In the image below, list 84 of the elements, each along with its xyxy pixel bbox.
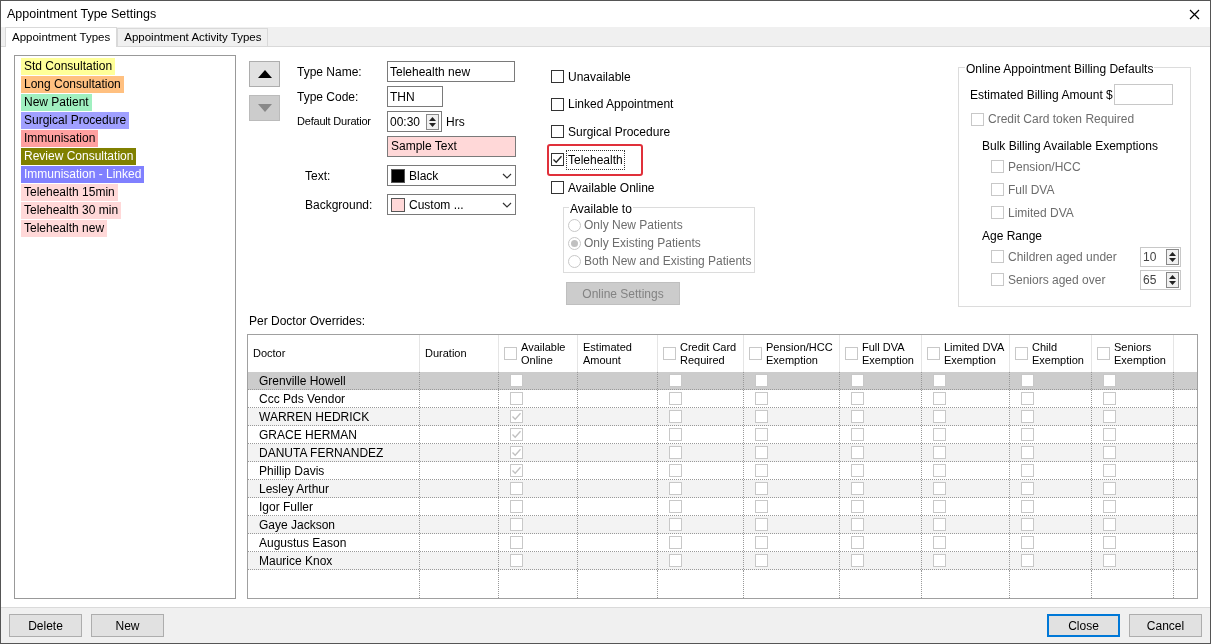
text-field[interactable]: THN bbox=[387, 86, 443, 107]
table-cell-text: Ccc Pds Vendor bbox=[259, 390, 346, 408]
field-label: Type Code: bbox=[297, 88, 360, 106]
option-label: Full DVA bbox=[1008, 181, 1055, 199]
up-triangle-icon bbox=[257, 70, 272, 78]
table-cell-text: GRACE HERMAN bbox=[259, 426, 357, 444]
appointment-type-item[interactable]: Std Consultation bbox=[21, 58, 116, 75]
age-spin-field[interactable]: 10 bbox=[1140, 246, 1181, 267]
dialog-button[interactable]: Close bbox=[1047, 614, 1120, 637]
checkbox[interactable] bbox=[551, 125, 564, 139]
checkbox[interactable] bbox=[551, 153, 564, 167]
field-label: Estimated Billing Amount $ bbox=[970, 86, 1113, 104]
table-cell-text: WARREN HEDRICK bbox=[259, 408, 370, 426]
option-label: Unavailable bbox=[567, 68, 632, 86]
option-label: Pension/HCC bbox=[1008, 158, 1081, 176]
column-header[interactable]: Doctor bbox=[253, 347, 286, 360]
appointment-type-item[interactable]: Telehealth 15min bbox=[21, 184, 118, 201]
footer-button[interactable]: Delete bbox=[9, 614, 82, 637]
column-header[interactable]: Credit Card Required bbox=[680, 340, 743, 367]
checkbox[interactable] bbox=[551, 97, 564, 111]
section-title: Age Range bbox=[982, 228, 1044, 245]
column-header[interactable]: Duration bbox=[425, 347, 467, 360]
table-cell-text: Maurice Knox bbox=[259, 552, 333, 570]
table-cell-text: Igor Fuller bbox=[259, 498, 314, 516]
field-label: Default Duratior bbox=[297, 114, 372, 130]
appointment-type-item[interactable]: Surgical Procedure bbox=[21, 112, 130, 129]
duration-field[interactable]: 00:30 bbox=[387, 111, 442, 132]
option-label: Credit Card token Required bbox=[988, 111, 1135, 128]
move-up-button[interactable] bbox=[249, 61, 280, 87]
chevron-icon bbox=[502, 201, 512, 208]
table-cell-text: Augustus Eason bbox=[259, 534, 347, 552]
field-label: Type Name: bbox=[297, 63, 363, 81]
column-header[interactable]: Limited DVA Exemption bbox=[944, 340, 1009, 367]
footer-button[interactable]: New bbox=[91, 614, 164, 637]
table-cell-text: DANUTA FERNANDEZ bbox=[259, 444, 384, 462]
age-spin-field[interactable]: 65 bbox=[1140, 269, 1181, 290]
chevron-icon bbox=[502, 172, 512, 179]
appointment-type-item[interactable]: New Patient bbox=[21, 94, 92, 111]
option-label: Surgical Procedure bbox=[567, 123, 672, 141]
amount-field[interactable] bbox=[1113, 84, 1173, 105]
appointment-type-item[interactable]: Immunisation bbox=[21, 130, 99, 147]
down-triangle-icon bbox=[257, 104, 272, 112]
column-header[interactable]: Child Exemption bbox=[1032, 340, 1091, 367]
close-icon[interactable] bbox=[1189, 8, 1200, 20]
appointment-type-item[interactable]: Telehealth 30 min bbox=[21, 202, 122, 219]
color-dropdown[interactable]: Custom ... bbox=[387, 194, 516, 215]
column-header[interactable]: Pension/HCC Exemption bbox=[766, 340, 839, 367]
appointment-type-item[interactable]: Review Consultation bbox=[21, 148, 137, 165]
radio-label: Only Existing Patients bbox=[584, 235, 701, 253]
table-cell-text: Gaye Jackson bbox=[259, 516, 336, 534]
spin-icon[interactable] bbox=[426, 113, 439, 130]
checkbox[interactable] bbox=[551, 70, 564, 84]
window-title: Appointment Type Settings bbox=[7, 5, 157, 23]
section-title: Per Doctor Overrides: bbox=[249, 313, 367, 330]
sample-text-preview: Sample Text bbox=[387, 136, 516, 157]
tab[interactable]: Appointment Activity Types bbox=[117, 28, 269, 46]
tab[interactable]: Appointment Types bbox=[5, 27, 118, 47]
column-header[interactable]: Seniors Exemption bbox=[1114, 340, 1173, 367]
option-label: Limited DVA bbox=[1008, 204, 1074, 222]
option-label: Available Online bbox=[567, 179, 656, 197]
color-dropdown[interactable]: Black bbox=[387, 165, 516, 186]
column-header[interactable]: Available Online bbox=[521, 340, 577, 367]
option-label: Seniors aged over bbox=[1008, 271, 1107, 289]
table-cell-text: Phillip Davis bbox=[259, 462, 325, 480]
option-label: Children aged under bbox=[1008, 248, 1118, 266]
dialog-button[interactable]: Cancel bbox=[1129, 614, 1202, 637]
text-field[interactable]: Telehealth new bbox=[387, 61, 515, 82]
table-cell-text: Grenville Howell bbox=[259, 372, 346, 390]
spin-icon[interactable] bbox=[1166, 248, 1179, 265]
unit-label: Hrs bbox=[446, 113, 465, 131]
column-header[interactable]: Full DVA Exemption bbox=[862, 340, 921, 367]
field-label: Background: bbox=[304, 196, 374, 214]
field-label: Text: bbox=[304, 167, 332, 185]
table-cell-text: Lesley Arthur bbox=[259, 480, 330, 498]
radio-label: Both New and Existing Patients bbox=[584, 253, 752, 271]
spin-icon[interactable] bbox=[1166, 271, 1179, 288]
option-label: Linked Appointment bbox=[567, 96, 675, 114]
radio-label: Only New Patients bbox=[584, 217, 683, 235]
appointment-type-item[interactable]: Telehealth new bbox=[21, 220, 108, 237]
checkbox[interactable] bbox=[551, 181, 564, 194]
section-title: Bulk Billing Available Exemptions bbox=[982, 138, 1159, 155]
appointment-type-item[interactable]: Long Consultation bbox=[21, 76, 124, 93]
column-header[interactable]: Estimated Amount bbox=[583, 340, 657, 367]
option-label: Telehealth bbox=[566, 149, 625, 170]
